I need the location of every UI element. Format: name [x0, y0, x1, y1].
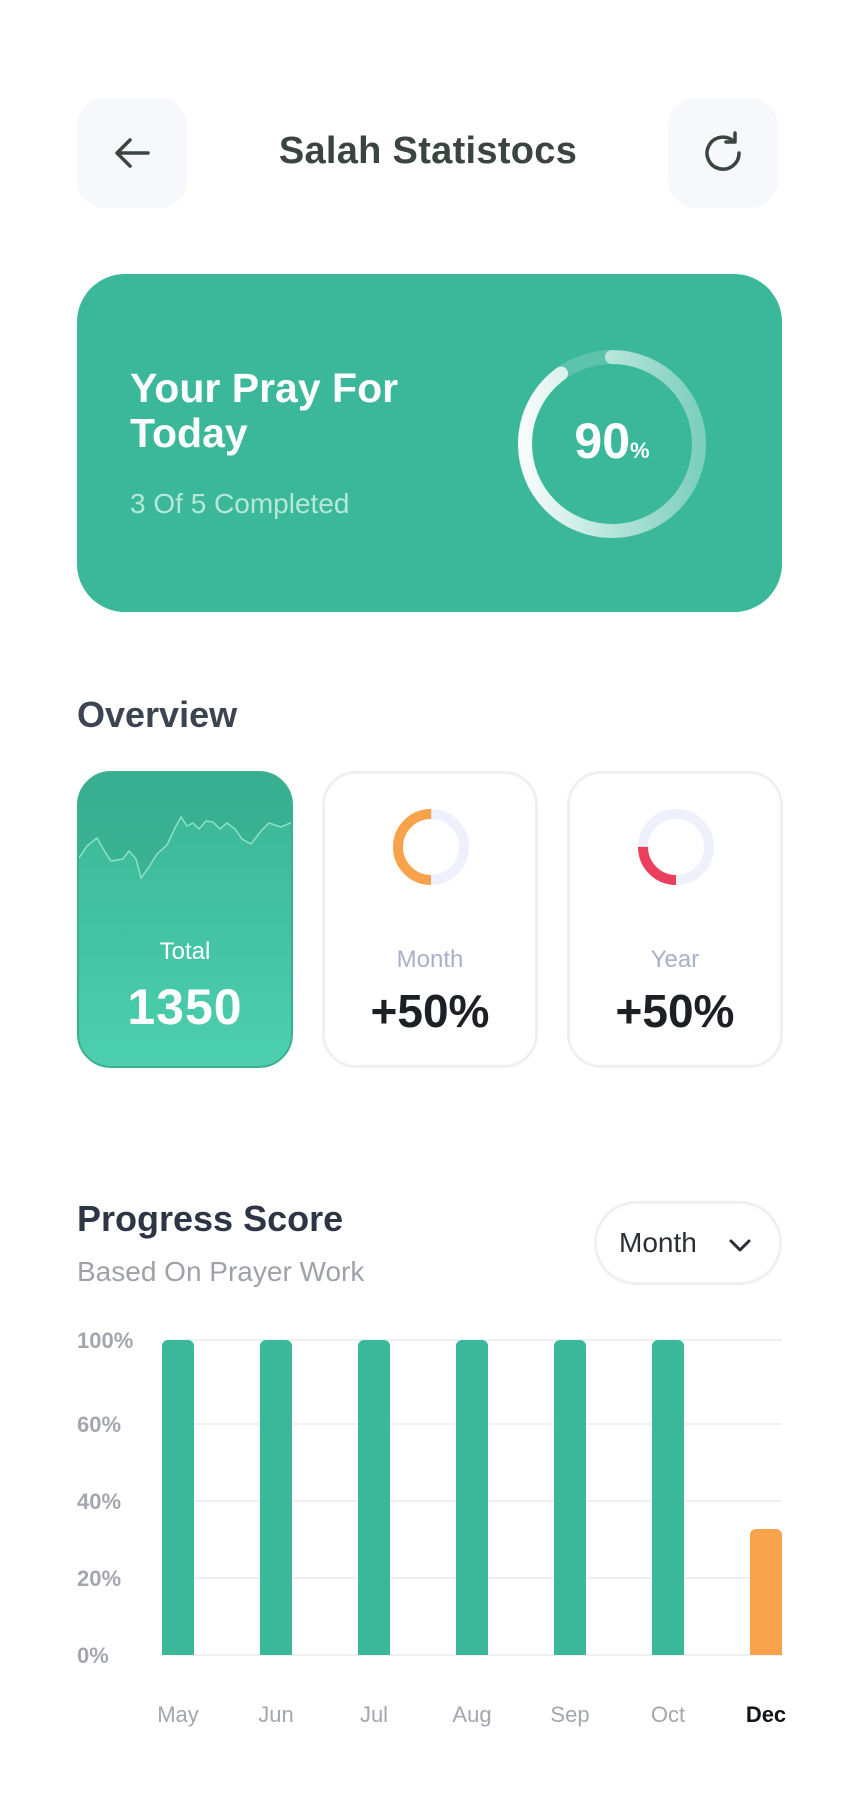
- bar-base: [162, 1647, 194, 1655]
- month-card[interactable]: Month +50%: [322, 771, 538, 1068]
- today-percent-sign: %: [630, 438, 650, 463]
- progress-bar-chart: 0% 20% 40% 60% 100% May Jun Jul Aug Sep Oct Dec: [0, 1320, 856, 1740]
- y-tick-label: 20%: [77, 1566, 121, 1591]
- bar-base: [554, 1647, 586, 1655]
- bar-chart-svg: 0% 20% 40% 60% 100% May Jun Jul Aug Sep Oct Dec: [77, 1328, 786, 1727]
- bar-base: [652, 1647, 684, 1655]
- today-completed-count: 3 Of 5 Completed: [130, 488, 350, 519]
- today-progress-ring: 90%: [512, 344, 712, 544]
- x-tick-label: Dec: [746, 1702, 786, 1727]
- bar-base: [750, 1647, 782, 1655]
- bar-base: [456, 1647, 488, 1655]
- y-tick-label: 40%: [77, 1489, 121, 1514]
- period-selected-value: Month: [619, 1227, 697, 1258]
- x-tick-label: Oct: [651, 1702, 685, 1727]
- today-percent-value: 90: [574, 413, 631, 469]
- bar-jun[interactable]: [260, 1340, 292, 1655]
- bar-oct[interactable]: [652, 1340, 684, 1655]
- chevron-down-icon: [729, 1239, 751, 1252]
- bar-base: [260, 1647, 292, 1655]
- period-dropdown[interactable]: Month: [594, 1201, 782, 1285]
- y-tick-label: 0%: [77, 1643, 109, 1668]
- total-card[interactable]: Total 1350: [77, 771, 293, 1068]
- x-tick-label: Aug: [452, 1702, 491, 1727]
- y-tick-label: 60%: [77, 1412, 121, 1437]
- bar-dec[interactable]: [750, 1529, 782, 1655]
- month-ring: [393, 809, 469, 885]
- year-ring: [638, 809, 714, 885]
- today-prayer-card[interactable]: Your Pray For Today 3 Of 5 Completed 90%: [77, 274, 782, 612]
- year-label: Year: [650, 946, 700, 973]
- total-value: 1350: [127, 979, 243, 1035]
- progress-title: Progress Score: [77, 1198, 344, 1239]
- refresh-icon: [705, 131, 741, 171]
- year-card[interactable]: Year +50%: [567, 771, 783, 1068]
- progress-subtitle: Based On Prayer Work: [77, 1256, 365, 1287]
- today-title: Your Pray For Today: [130, 365, 399, 456]
- month-label: Month: [396, 946, 464, 973]
- x-tick-label: Jul: [360, 1702, 388, 1727]
- bar-may[interactable]: [162, 1340, 194, 1655]
- bar-aug[interactable]: [456, 1340, 488, 1655]
- refresh-button[interactable]: [668, 98, 778, 208]
- total-label: Total: [159, 938, 211, 965]
- x-tick-label: Jun: [258, 1702, 293, 1727]
- bar-base: [358, 1647, 390, 1655]
- y-tick-label: 100%: [77, 1328, 133, 1353]
- today-percent: 90%: [512, 412, 712, 470]
- month-value: +50%: [370, 985, 490, 1037]
- bar-jul[interactable]: [358, 1340, 390, 1655]
- bar-sep[interactable]: [554, 1340, 586, 1655]
- x-tick-label: May: [157, 1702, 199, 1727]
- header: Salah Statistocs: [0, 0, 856, 230]
- year-value: +50%: [615, 985, 735, 1037]
- overview-title: Overview: [77, 694, 238, 735]
- x-tick-label: Sep: [550, 1702, 589, 1727]
